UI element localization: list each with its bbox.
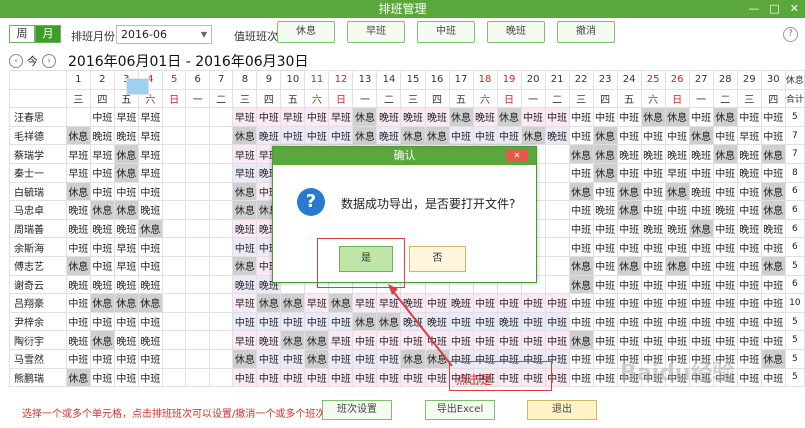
footer: 选择一个或多个单元格，点击排班班次可以设置/撤消一个或多个班次 班次设置 导出E…: [0, 397, 805, 428]
shift-settings-button[interactable]: 班次设置: [322, 400, 392, 420]
exit-button[interactable]: 退出: [527, 400, 597, 420]
annotation-text: 点击是: [456, 373, 493, 387]
export-excel-button[interactable]: 导出Excel: [425, 400, 495, 420]
hint-text: 选择一个或多个单元格，点击排班班次可以设置/撤消一个或多个班次: [22, 409, 326, 420]
watermark: Baidu经验: [620, 361, 735, 386]
